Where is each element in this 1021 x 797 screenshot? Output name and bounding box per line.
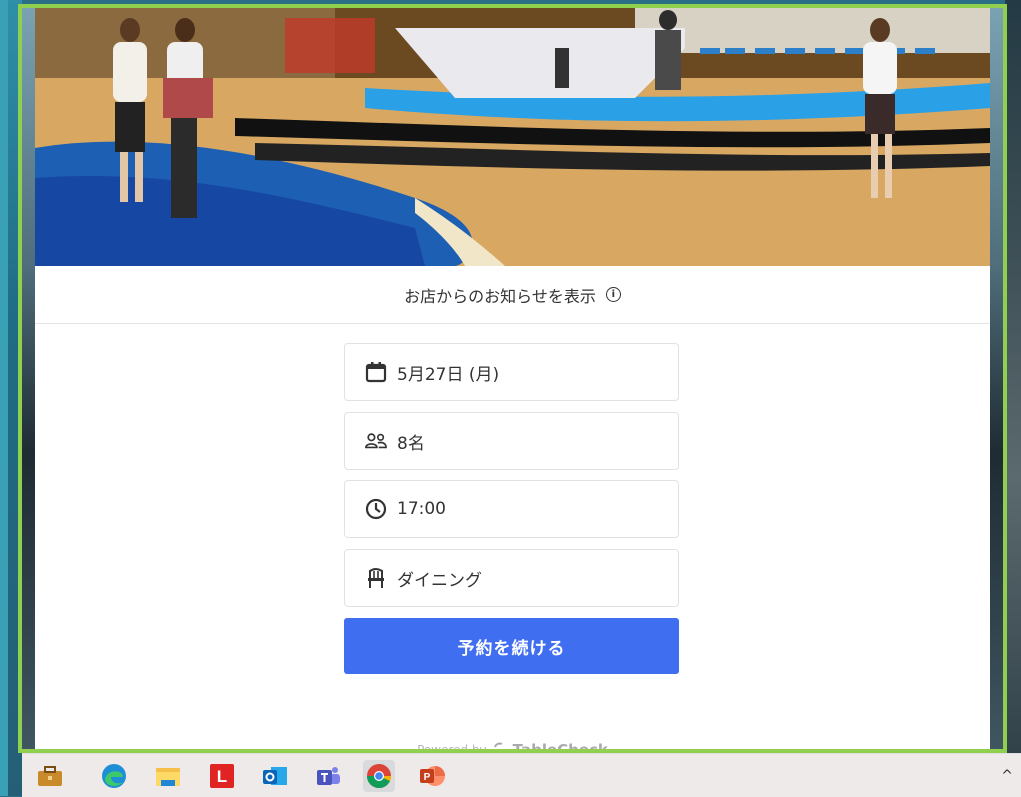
windows-taskbar: L P ^ [22,753,1021,797]
date-value: 5月27日 (月) [397,364,500,385]
teams-icon[interactable] [312,760,344,792]
shop-notice-text: お店からのお知らせを表示 [404,286,596,306]
time-value: 17:00 [397,499,446,519]
show-hidden-icons-chevron-icon[interactable]: ^ [1001,768,1013,784]
edge-icon[interactable] [98,760,130,792]
date-selector[interactable]: 5月27日 (月) [344,343,679,401]
calendar-icon [365,361,387,383]
file-explorer-icon[interactable] [152,760,184,792]
seating-selector[interactable]: ダイニング [344,549,679,607]
people-icon [365,430,387,452]
page-background-left [22,8,35,749]
l-app-letter: L [217,767,227,786]
continue-booking-label: 予約を続ける [457,638,566,659]
powered-by-text: Powered by [417,743,487,753]
outlook-icon[interactable] [259,760,291,792]
powered-by-footer: Powered by TableCheck [22,741,1003,753]
tablecheck-brand[interactable]: TableCheck [513,741,608,749]
time-selector[interactable]: 17:00 [344,480,679,538]
shop-notice-link[interactable]: お店からのお知らせを表示 i [35,266,990,324]
info-icon: i [605,287,621,302]
clock-icon [365,498,387,520]
briefcase-icon[interactable] [34,760,66,792]
svg-text:P: P [424,772,431,783]
restaurant-hero-image [35,8,990,266]
chair-icon [365,567,387,589]
seating-value: ダイニング [397,570,482,591]
browser-window: お店からのお知らせを表示 i 5月27日 (月) 8名 17:00 ダイニング … [18,4,1007,753]
desktop-background-right [1005,0,1021,796]
continue-booking-button[interactable]: 予約を続ける [344,618,679,674]
tablecheck-logo-icon [493,742,507,750]
l-app-icon[interactable]: L [206,760,238,792]
chrome-icon[interactable] [363,760,395,792]
party-size-selector[interactable]: 8名 [344,412,679,470]
page-background-right [990,8,1003,749]
party-size-value: 8名 [397,433,425,454]
powerpoint-icon[interactable]: P [416,760,448,792]
